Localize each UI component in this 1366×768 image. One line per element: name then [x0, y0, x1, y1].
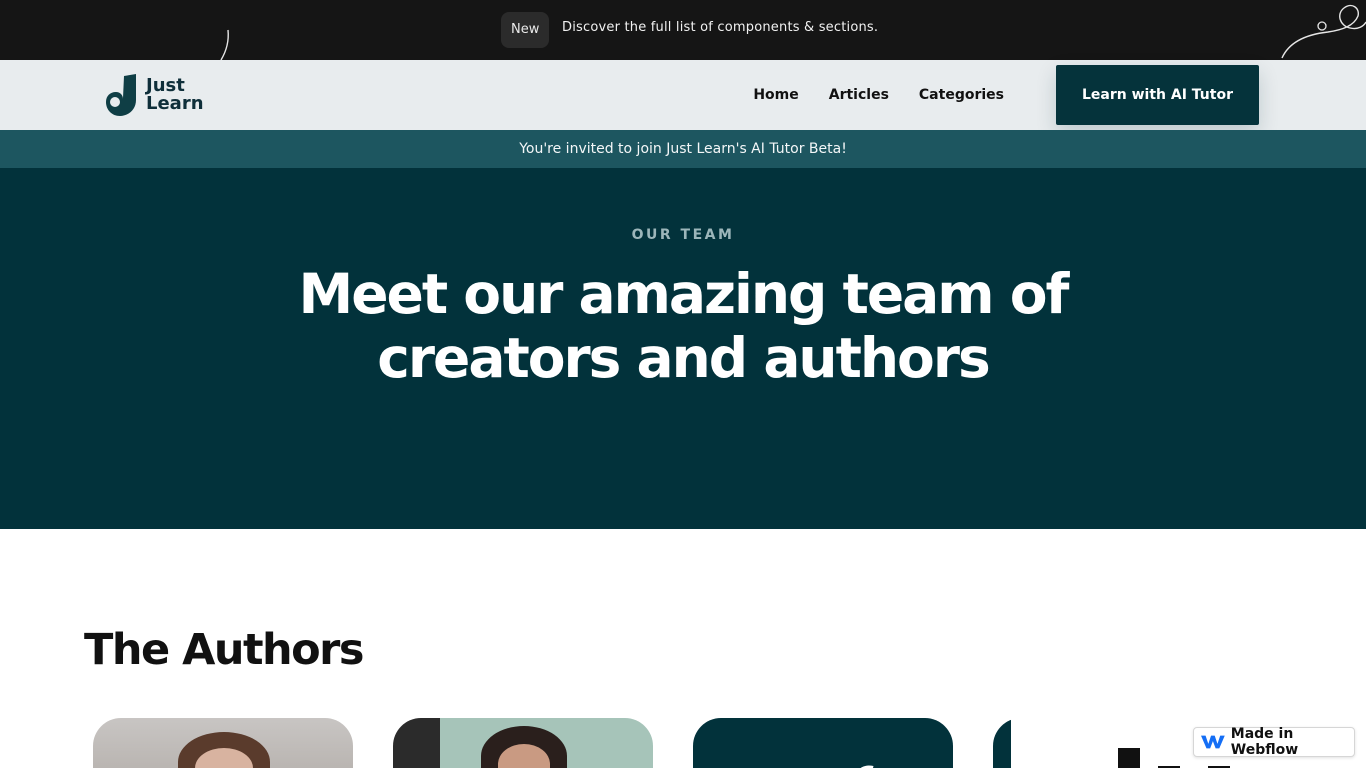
made-in-webflow-badge[interactable]: Made in Webflow	[1193, 726, 1355, 758]
webflow-badge-label: Made in Webflow	[1230, 726, 1299, 758]
author-card[interactable]	[693, 718, 953, 768]
nav-link-articles[interactable]: Articles	[829, 87, 889, 103]
authors-heading: The Authors	[84, 625, 364, 675]
nav-link-home[interactable]: Home	[753, 87, 798, 103]
author-photo	[993, 718, 1011, 768]
author-card[interactable]	[93, 718, 353, 768]
nav-links: Home Articles Categories	[753, 60, 1004, 130]
hero-eyebrow: OUR TEAM	[631, 227, 735, 243]
learn-with-ai-tutor-button[interactable]: Learn with AI Tutor	[1056, 65, 1259, 125]
doodle-line-icon	[220, 29, 229, 61]
site-logo[interactable]: Just Learn	[106, 74, 204, 116]
main-navigation: Just Learn Home Articles Categories Lear…	[0, 60, 1366, 130]
hero-title: Meet our amazing team of creators and au…	[298, 262, 1070, 390]
author-card[interactable]	[393, 718, 653, 768]
webflow-logo-icon	[1201, 735, 1225, 749]
logo-mark-icon	[106, 74, 138, 116]
author-figure	[1118, 748, 1140, 768]
announcement-bar: New Discover the full list of components…	[0, 0, 1366, 61]
nav-link-categories[interactable]: Categories	[919, 87, 1004, 103]
hero-section: OUR TEAM Meet our amazing team of creato…	[0, 168, 1366, 529]
logo-line-2: Learn	[146, 93, 204, 114]
logo-wordmark: Just Learn	[146, 77, 204, 113]
new-badge[interactable]: New	[501, 12, 550, 48]
invite-banner[interactable]: You're invited to join Just Learn's AI T…	[0, 130, 1366, 168]
doodle-swirl-icon	[1281, 4, 1366, 59]
author-avatar-icon	[860, 765, 874, 768]
announcement-message[interactable]: Discover the full list of components & s…	[562, 20, 878, 35]
